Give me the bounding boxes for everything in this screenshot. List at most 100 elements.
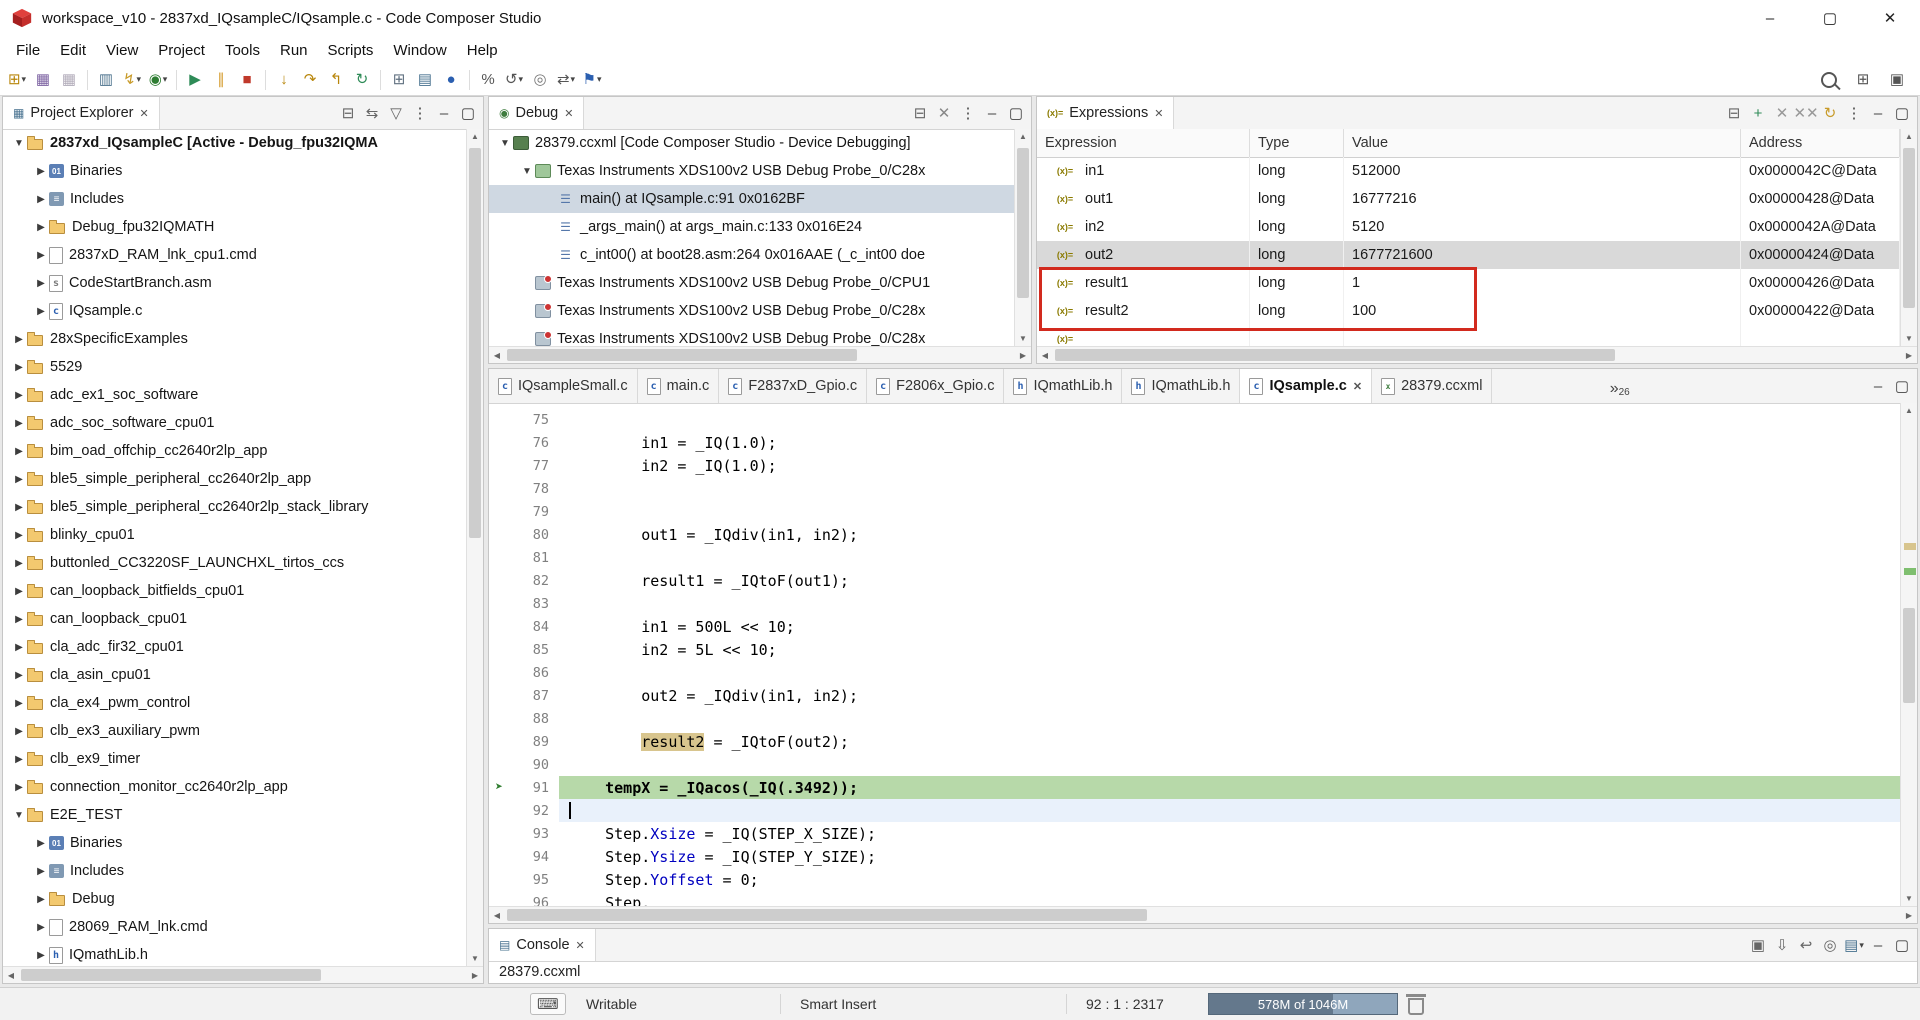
word-wrap-button[interactable]: ↩ (1795, 934, 1817, 956)
profile-button[interactable]: % (476, 68, 500, 92)
close-icon[interactable] (1154, 107, 1163, 120)
line-number[interactable]: 80 (509, 527, 559, 543)
scroll-thumb[interactable] (1903, 148, 1915, 308)
maximize-button[interactable]: ▢ (1891, 102, 1913, 124)
line-number[interactable]: 86 (509, 665, 559, 681)
line-number[interactable]: 95 (509, 872, 559, 888)
scroll-thumb[interactable] (469, 148, 481, 538)
code-line[interactable]: 93 Step. Xsize = _IQ(STEP_X_SIZE); (489, 822, 1900, 845)
column-header-value[interactable]: Value (1344, 129, 1741, 157)
debug-tree-item[interactable]: Texas Instruments XDS100v2 USB Debug Pro… (489, 325, 1014, 346)
scroll-track[interactable] (505, 347, 1015, 363)
line-number[interactable]: 91 (509, 780, 559, 796)
remove-expression-button[interactable]: ✕ (1771, 102, 1793, 124)
close-icon[interactable] (1353, 380, 1362, 393)
code-line[interactable]: 89 result2 = _IQtoF(out2); (489, 730, 1900, 753)
scroll-left-icon[interactable]: ◀ (3, 971, 19, 980)
line-number[interactable]: 83 (509, 596, 559, 612)
project-tree-item[interactable]: ▶ can_loopback_cpu01 (3, 605, 466, 633)
terminate-button[interactable]: ■ (235, 68, 259, 92)
code-line[interactable]: 78 (489, 477, 1900, 500)
project-tree-item[interactable]: ▶ cla_ex4_pwm_control (3, 689, 466, 717)
open-console-button[interactable]: ▤ ▾ (1843, 934, 1865, 956)
collapse-all-button[interactable]: ⊟ (337, 102, 359, 124)
project-tree-item[interactable]: ▶ 28069_RAM_lnk.cmd (3, 913, 466, 941)
tab-console[interactable]: ▤ Console (489, 929, 596, 961)
editor-tab[interactable]: c main.c (638, 369, 720, 403)
reset-cpu-button[interactable]: ↺ ▾ (502, 68, 526, 92)
code-line[interactable]: 76 in1 = _IQ(1.0); (489, 431, 1900, 454)
project-tree-item[interactable]: ▶ ble5_simple_peripheral_cc2640r2lp_app (3, 465, 466, 493)
editor-horizontal-scrollbar[interactable]: ◀ ▶ (489, 906, 1917, 923)
code-line[interactable]: 90 (489, 753, 1900, 776)
scroll-down-icon[interactable]: ▼ (1901, 331, 1917, 346)
close-icon[interactable] (564, 107, 573, 120)
view-menu-button[interactable]: ⋮ (409, 102, 431, 124)
code-line[interactable]: 82 result1 = _IQtoF(out1); (489, 569, 1900, 592)
line-number[interactable]: 78 (509, 481, 559, 497)
expressions-horizontal-scrollbar[interactable]: ◀ ▶ (1037, 346, 1917, 363)
project-tree-item[interactable]: ▼ E2E_TEST (3, 801, 466, 829)
menu-window[interactable]: Window (383, 39, 456, 62)
scroll-right-icon[interactable]: ▶ (1901, 351, 1917, 360)
ccs-debug-perspective-button[interactable]: ▣ (1885, 68, 1909, 92)
project-tree-item[interactable]: ▶ can_loopback_bitfields_cpu01 (3, 577, 466, 605)
scroll-up-icon[interactable]: ▲ (1901, 403, 1917, 418)
line-number[interactable]: 93 (509, 826, 559, 842)
code-line[interactable]: 94 Step. Ysize = _IQ(STEP_Y_SIZE); (489, 845, 1900, 868)
scroll-down-icon[interactable]: ▼ (1015, 331, 1031, 346)
connect-target-button[interactable]: ⇄ ▾ (554, 68, 578, 92)
line-number[interactable]: 85 (509, 642, 559, 658)
scroll-thumb[interactable] (507, 909, 1147, 921)
editor-tab[interactable]: h IQmathLib.h (1004, 369, 1123, 403)
line-number[interactable]: 79 (509, 504, 559, 520)
tab-project-explorer[interactable]: ▦ Project Explorer (3, 97, 160, 129)
code-line[interactable]: 75 (489, 408, 1900, 431)
flash-button[interactable]: ↯ ▾ (120, 68, 144, 92)
tab-debug[interactable]: ◉ Debug (489, 97, 585, 129)
scroll-down-icon[interactable]: ▼ (467, 951, 483, 966)
code-line[interactable]: 80 out1 = _IQdiv(in1, in2); (489, 523, 1900, 546)
debug-button[interactable]: ◉ ▾ (146, 68, 170, 92)
maximize-button[interactable]: ▢ (1005, 102, 1027, 124)
garbage-collect-icon[interactable] (1406, 994, 1426, 1015)
code-line[interactable]: 84 in1 = 500L << 10; (489, 615, 1900, 638)
editor-tab[interactable]: c IQsampleSmall.c (489, 369, 638, 403)
line-number[interactable]: 77 (509, 458, 559, 474)
filter-button[interactable]: ▽ (385, 102, 407, 124)
remove-all-terminated-button[interactable]: ✕ (933, 102, 955, 124)
hidden-editors-button[interactable]: » 26 (1610, 369, 1630, 403)
debug-tree-item[interactable]: ☰ main() at IQsample.c:91 0x0162BF (489, 185, 1014, 213)
new-breakpoint-button[interactable]: ⚑ ▾ (580, 68, 604, 92)
project-tree-item[interactable]: ▶ ≡ Includes (3, 857, 466, 885)
debug-tree-item[interactable]: Texas Instruments XDS100v2 USB Debug Pro… (489, 269, 1014, 297)
editor-tab[interactable]: c F2806x_Gpio.c (867, 369, 1005, 403)
scroll-track[interactable] (505, 907, 1901, 923)
debug-horizontal-scrollbar[interactable]: ◀ ▶ (489, 346, 1031, 363)
debug-vertical-scrollbar[interactable]: ▲ ▼ (1014, 129, 1031, 346)
code-line[interactable]: 95 Step. Yoffset = 0; (489, 868, 1900, 891)
scroll-left-icon[interactable]: ◀ (1037, 351, 1053, 360)
line-number[interactable]: 81 (509, 550, 559, 566)
expression-row[interactable]: (x)= out1 long 16777216 0x00000428@Data (1037, 185, 1900, 213)
code-line[interactable]: 96 Step. (489, 891, 1900, 907)
expression-row[interactable]: (x)= result2 long 100 0x00000422@Data (1037, 297, 1900, 325)
save-button[interactable]: ▦ (31, 68, 55, 92)
pin-button[interactable]: ◎ (528, 68, 552, 92)
menu-file[interactable]: File (6, 39, 50, 62)
code-line[interactable]: 83 (489, 592, 1900, 615)
project-tree-item[interactable]: ▶ ble5_simple_peripheral_cc2640r2lp_stack… (3, 493, 466, 521)
code-line[interactable]: ➤ 91 tempX = _IQacos(_IQ(.3492)); (489, 776, 1900, 799)
editor-tab[interactable]: c IQsample.c (1240, 369, 1373, 403)
line-number[interactable]: 84 (509, 619, 559, 635)
scroll-track[interactable] (1053, 347, 1901, 363)
scroll-left-icon[interactable]: ◀ (489, 351, 505, 360)
overview-marker-occurrence[interactable] (1904, 543, 1916, 550)
project-tree-item[interactable]: ▶ 28xSpecificExamples (3, 325, 466, 353)
breakpoints-button[interactable]: ● (439, 68, 463, 92)
scroll-thumb[interactable] (507, 349, 857, 361)
minimize-window-button[interactable]: – (1740, 0, 1800, 36)
scroll-track[interactable] (467, 144, 483, 951)
minimize-button[interactable]: – (1867, 102, 1889, 124)
menu-run[interactable]: Run (270, 39, 318, 62)
